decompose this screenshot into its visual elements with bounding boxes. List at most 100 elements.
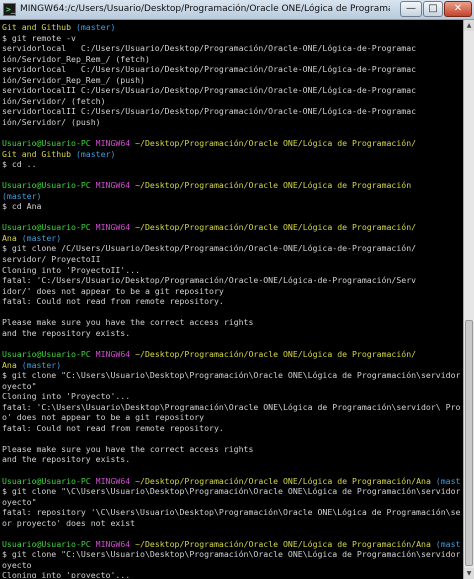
terminal-line: $ git clone "C:\Users\Usuario\Desktop\Pr… <box>2 370 460 381</box>
terminal-line: Please make sure you have the correct ac… <box>2 444 460 455</box>
terminal-line: Ana (master) <box>2 360 460 371</box>
git-bash-icon[interactable]: >_ <box>3 3 16 16</box>
branch-segment: (master) <box>75 148 116 159</box>
title-bar[interactable]: >_ MINGW64:/c/Users/Usuario/Desktop/Prog… <box>0 0 474 20</box>
terminal-line: servidorlocal C:/Users/Usuario/Desktop/P… <box>2 64 460 75</box>
output-segment: or proyecto' does not exist <box>2 517 136 528</box>
path-segment: Git and Github <box>2 22 76 32</box>
path-segment: Git and Github <box>2 148 76 159</box>
path-segment: ~/Desktop/Programación/Oracle ONE/Lógica… <box>135 475 436 486</box>
scroll-up-arrow-icon[interactable]: ▲ <box>464 20 474 31</box>
output-segment: servidorlocal C:/Users/Usuario/Desktop/P… <box>2 64 417 75</box>
output-segment: fatal: Could not read from remote reposi… <box>2 422 224 433</box>
output-segment: fatal: repository '\C\Users\Usuario\Desk… <box>2 507 460 518</box>
output-segment: Please make sure you have the correct ac… <box>2 443 254 454</box>
output-segment: Cloning into 'proyecto'... <box>2 570 131 578</box>
path-segment: Ana <box>2 359 22 370</box>
terminal-line: servidorlocalII C:/Users/Usuario/Desktop… <box>2 85 460 96</box>
output-segment: $ git clone "C:\Users\Usuario\Desktop\Pr… <box>2 549 460 560</box>
terminal-line: and the repository exists. <box>2 328 460 339</box>
terminal-line: Usuario@Usuario-PC MINGW64 ~/Desktop/Pro… <box>2 180 460 191</box>
prompt-user-segment: Usuario@Usuario-PC <box>2 538 96 549</box>
terminal-line: ión/Servidor/ (push) <box>2 117 460 128</box>
output-segment: ión/Servidor_Rep_Rem_/ (push) <box>2 74 145 85</box>
terminal-line: Cloning into 'Proyecto'... <box>2 391 460 402</box>
terminal-line: Cloning into 'proyecto'... <box>2 570 460 578</box>
output-segment: ión/Servidor/ (push) <box>2 116 101 127</box>
terminal-line: fatal: Could not read from remote reposi… <box>2 296 460 307</box>
terminal-line: Usuario@Usuario-PC MINGW64 ~/Desktop/Pro… <box>2 539 460 550</box>
output-segment: oyecto" <box>2 380 37 391</box>
output-segment: Cloning into 'ProyectoII'... <box>2 264 141 275</box>
prompt-glyph: >_ <box>6 5 16 14</box>
terminal-line: oyecto" <box>2 497 460 508</box>
path-segment: Ana <box>2 232 22 243</box>
terminal-line: $ cd .. <box>2 159 460 170</box>
output-segment: fatal: Could not read from remote reposi… <box>2 296 224 307</box>
prompt-host-segment: MINGW64 <box>95 348 136 359</box>
terminal-line: or proyecto' does not exist <box>2 518 460 529</box>
output-segment: fatal: 'C:\Users\Usuario\Desktop\Program… <box>2 401 460 412</box>
output-segment: and the repository exists. <box>2 327 131 338</box>
output-segment: $ cd Ana <box>2 201 42 212</box>
output-segment: $ cd .. <box>2 159 37 170</box>
terminal-line: (master) <box>2 191 460 202</box>
minimize-button[interactable]: — <box>400 1 422 17</box>
terminal-line: Ana (master) <box>2 233 460 244</box>
path-segment: ~/Desktop/Programación/Oracle ONE/Lógica… <box>135 222 417 233</box>
output-segment: and the repository exists. <box>2 454 131 465</box>
branch-segment: (master) <box>75 22 116 32</box>
terminal-output[interactable]: Git and Github (master) $ git remote -v se… <box>2 22 460 578</box>
terminal-line: oyecto" <box>2 381 460 392</box>
output-segment: servidorlocal C:/Users/Usuario/Desktop/P… <box>2 43 417 54</box>
terminal-line: idor/' does not appear to be a git repos… <box>2 286 460 297</box>
prompt-user-segment: Usuario@Usuario-PC <box>2 222 96 233</box>
terminal-line: Cloning into 'ProyectoII'... <box>2 265 460 276</box>
prompt-host-segment: MINGW64 <box>95 222 136 233</box>
terminal-line: $ git clone "C:\Users\Usuario\Desktop\Pr… <box>2 549 460 560</box>
close-button[interactable]: ✕ <box>444 1 472 17</box>
terminal-line: ión/Servidor/ (fetch) <box>2 96 460 107</box>
output-segment: Cloning into 'Proyecto'... <box>2 391 131 402</box>
output-segment: ión/Servidor_Rep_Rem_/ (fetch) <box>2 53 150 64</box>
prompt-user-segment: Usuario@Usuario-PC <box>2 138 96 149</box>
terminal-line: Usuario@Usuario-PC MINGW64 ~/Desktop/Pro… <box>2 138 460 149</box>
prompt-user-segment: Usuario@Usuario-PC <box>2 348 96 359</box>
terminal-line: Git and Github (master) <box>2 149 460 160</box>
terminal-line: fatal: 'C:/Users/Usuario/Desktop/Program… <box>2 275 460 286</box>
terminal-line: fatal: Could not read from remote reposi… <box>2 423 460 434</box>
path-segment: ~/Desktop/Programación/Oracle ONE/Lógica… <box>135 138 417 149</box>
output-segment: idor/' does not appear to be a git repos… <box>2 285 224 296</box>
scrollbar-thumb[interactable] <box>465 320 473 566</box>
window-title: MINGW64:/c/Users/Usuario/Desktop/Program… <box>20 4 390 14</box>
output-segment: oyecto <box>2 559 32 570</box>
output-segment: ión/Servidor/ (fetch) <box>2 95 106 106</box>
terminal-line: servidor/ ProyectoII <box>2 254 460 265</box>
output-segment: Please make sure you have the correct ac… <box>2 317 254 328</box>
terminal-line: oyecto <box>2 560 460 571</box>
terminal-line: Usuario@Usuario-PC MINGW64 ~/Desktop/Pro… <box>2 222 460 233</box>
terminal-line: Usuario@Usuario-PC MINGW64 ~/Desktop/Pro… <box>2 476 460 487</box>
scroll-down-arrow-icon[interactable]: ▼ <box>464 568 474 579</box>
vertical-scrollbar[interactable]: ▲ ▼ <box>463 20 474 579</box>
terminal-line: $ git clone /C/Users/Usuario/Desktop/Pro… <box>2 243 460 254</box>
terminal-line: fatal: repository '\C\Users\Usuario\Desk… <box>2 507 460 518</box>
path-segment: ~/Desktop/Programación/Oracle ONE/Lógica… <box>135 348 417 359</box>
output-segment: servidor/ ProyectoII <box>2 254 101 265</box>
terminal-line: servidorlocalII C:/Users/Usuario/Desktop… <box>2 106 460 117</box>
path-segment: ~/Desktop/Programación/Oracle ONE/Lógica… <box>135 538 436 549</box>
terminal-line: ión/Servidor_Rep_Rem_/ (fetch) <box>2 54 460 65</box>
terminal-line: fatal: 'C:\Users\Usuario\Desktop\Program… <box>2 402 460 413</box>
terminal-line: and the repository exists. <box>2 454 460 465</box>
maximize-button[interactable]: □ <box>423 1 443 17</box>
terminal-line: Usuario@Usuario-PC MINGW64 ~/Desktop/Pro… <box>2 349 460 360</box>
prompt-user-segment: Usuario@Usuario-PC <box>2 475 96 486</box>
prompt-host-segment: MINGW64 <box>95 180 136 191</box>
prompt-user-segment: Usuario@Usuario-PC <box>2 180 96 191</box>
output-segment: oyecto" <box>2 496 37 507</box>
